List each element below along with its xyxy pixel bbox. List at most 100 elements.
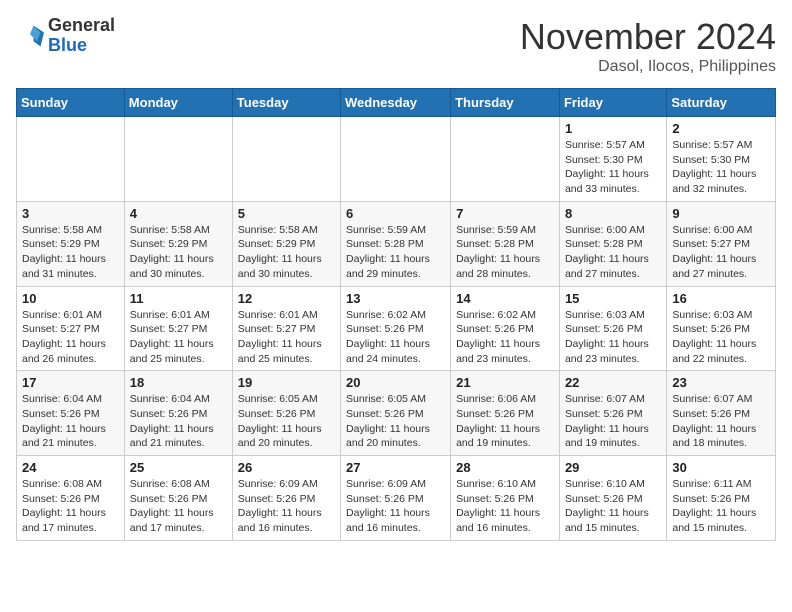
calendar-cell: 16 Sunrise: 6:03 AM Sunset: 5:26 PM Dayli… [667,286,776,371]
day-info: Sunrise: 6:02 AM Sunset: 5:26 PM Dayligh… [346,308,445,367]
week-row-2: 3 Sunrise: 5:58 AM Sunset: 5:29 PM Daylig… [17,201,776,286]
calendar-cell: 18 Sunrise: 6:04 AM Sunset: 5:26 PM Dayli… [124,371,232,456]
weekday-header-thursday: Thursday [451,89,560,117]
day-info: Sunrise: 6:10 AM Sunset: 5:26 PM Dayligh… [565,477,661,536]
weekday-header-saturday: Saturday [667,89,776,117]
day-info: Sunrise: 6:04 AM Sunset: 5:26 PM Dayligh… [130,392,227,451]
logo-icon [16,22,44,50]
calendar-cell [17,117,125,202]
day-number: 27 [346,460,445,475]
calendar-cell: 10 Sunrise: 6:01 AM Sunset: 5:27 PM Dayli… [17,286,125,371]
weekday-header-friday: Friday [559,89,666,117]
day-number: 21 [456,375,554,390]
day-info: Sunrise: 6:00 AM Sunset: 5:27 PM Dayligh… [672,223,770,282]
day-info: Sunrise: 6:00 AM Sunset: 5:28 PM Dayligh… [565,223,661,282]
day-info: Sunrise: 6:06 AM Sunset: 5:26 PM Dayligh… [456,392,554,451]
day-info: Sunrise: 6:03 AM Sunset: 5:26 PM Dayligh… [672,308,770,367]
day-info: Sunrise: 6:01 AM Sunset: 5:27 PM Dayligh… [238,308,335,367]
day-info: Sunrise: 5:59 AM Sunset: 5:28 PM Dayligh… [346,223,445,282]
day-number: 29 [565,460,661,475]
weekday-header-row: SundayMondayTuesdayWednesdayThursdayFrid… [17,89,776,117]
calendar-cell: 29 Sunrise: 6:10 AM Sunset: 5:26 PM Dayli… [559,456,666,541]
day-info: Sunrise: 6:09 AM Sunset: 5:26 PM Dayligh… [346,477,445,536]
logo-general-text: General [48,15,115,35]
day-info: Sunrise: 6:05 AM Sunset: 5:26 PM Dayligh… [238,392,335,451]
day-number: 11 [130,291,227,306]
day-number: 30 [672,460,770,475]
calendar-cell: 7 Sunrise: 5:59 AM Sunset: 5:28 PM Daylig… [451,201,560,286]
day-info: Sunrise: 6:01 AM Sunset: 5:27 PM Dayligh… [22,308,119,367]
calendar-cell: 4 Sunrise: 5:58 AM Sunset: 5:29 PM Daylig… [124,201,232,286]
day-info: Sunrise: 6:08 AM Sunset: 5:26 PM Dayligh… [22,477,119,536]
day-number: 10 [22,291,119,306]
day-number: 6 [346,206,445,221]
day-info: Sunrise: 6:03 AM Sunset: 5:26 PM Dayligh… [565,308,661,367]
day-info: Sunrise: 5:57 AM Sunset: 5:30 PM Dayligh… [565,138,661,197]
day-number: 13 [346,291,445,306]
calendar-cell: 14 Sunrise: 6:02 AM Sunset: 5:26 PM Dayli… [451,286,560,371]
weekday-header-sunday: Sunday [17,89,125,117]
week-row-4: 17Sunrise: 6:04 AM Sunset: 5:26 PM Dayli… [17,371,776,456]
day-info: Sunrise: 6:04 AM Sunset: 5:26 PM Dayligh… [22,392,119,451]
day-number: 4 [130,206,227,221]
calendar-cell [124,117,232,202]
day-number: 18 [130,375,227,390]
logo-blue-text: Blue [48,35,87,55]
title-block: November 2024 Dasol, Ilocos, Philippines [520,16,776,76]
calendar-table: SundayMondayTuesdayWednesdayThursdayFrid… [16,88,776,541]
day-info: Sunrise: 6:10 AM Sunset: 5:26 PM Dayligh… [456,477,554,536]
weekday-header-wednesday: Wednesday [341,89,451,117]
calendar-cell: 22 Sunrise: 6:07 AM Sunset: 5:26 PM Dayli… [559,371,666,456]
week-row-1: 1 Sunrise: 5:57 AM Sunset: 5:30 PM Daylig… [17,117,776,202]
calendar-cell: 9 Sunrise: 6:00 AM Sunset: 5:27 PM Daylig… [667,201,776,286]
calendar-cell: 12 Sunrise: 6:01 AM Sunset: 5:27 PM Dayli… [232,286,340,371]
week-row-5: 24 Sunrise: 6:08 AM Sunset: 5:26 PM Dayli… [17,456,776,541]
calendar-cell: 17Sunrise: 6:04 AM Sunset: 5:26 PM Dayli… [17,371,125,456]
day-number: 22 [565,375,661,390]
day-info: Sunrise: 6:11 AM Sunset: 5:26 PM Dayligh… [672,477,770,536]
day-number: 28 [456,460,554,475]
day-number: 1 [565,121,661,136]
day-number: 24 [22,460,119,475]
day-number: 3 [22,206,119,221]
day-number: 9 [672,206,770,221]
calendar-cell: 1 Sunrise: 5:57 AM Sunset: 5:30 PM Daylig… [559,117,666,202]
day-number: 23 [672,375,770,390]
location-title: Dasol, Ilocos, Philippines [520,58,776,76]
calendar-cell: 2Sunrise: 5:57 AM Sunset: 5:30 PM Daylig… [667,117,776,202]
day-info: Sunrise: 6:08 AM Sunset: 5:26 PM Dayligh… [130,477,227,536]
day-number: 26 [238,460,335,475]
calendar-cell: 6 Sunrise: 5:59 AM Sunset: 5:28 PM Daylig… [341,201,451,286]
day-info: Sunrise: 6:07 AM Sunset: 5:26 PM Dayligh… [672,392,770,451]
day-info: Sunrise: 5:58 AM Sunset: 5:29 PM Dayligh… [238,223,335,282]
day-number: 12 [238,291,335,306]
calendar-cell: 13 Sunrise: 6:02 AM Sunset: 5:26 PM Dayli… [341,286,451,371]
calendar-cell: 27 Sunrise: 6:09 AM Sunset: 5:26 PM Dayli… [341,456,451,541]
day-info: Sunrise: 5:58 AM Sunset: 5:29 PM Dayligh… [130,223,227,282]
day-number: 7 [456,206,554,221]
day-info: Sunrise: 6:02 AM Sunset: 5:26 PM Dayligh… [456,308,554,367]
month-title: November 2024 [520,16,776,58]
calendar-cell: 8Sunrise: 6:00 AM Sunset: 5:28 PM Daylig… [559,201,666,286]
week-row-3: 10 Sunrise: 6:01 AM Sunset: 5:27 PM Dayli… [17,286,776,371]
weekday-header-tuesday: Tuesday [232,89,340,117]
day-info: Sunrise: 5:59 AM Sunset: 5:28 PM Dayligh… [456,223,554,282]
calendar-cell [341,117,451,202]
calendar-cell: 19Sunrise: 6:05 AM Sunset: 5:26 PM Dayli… [232,371,340,456]
day-info: Sunrise: 6:01 AM Sunset: 5:27 PM Dayligh… [130,308,227,367]
calendar-cell: 28 Sunrise: 6:10 AM Sunset: 5:26 PM Dayli… [451,456,560,541]
page-header: General Blue November 2024 Dasol, Ilocos… [16,16,776,76]
day-number: 14 [456,291,554,306]
calendar-cell: 21 Sunrise: 6:06 AM Sunset: 5:26 PM Dayli… [451,371,560,456]
calendar-cell: 26 Sunrise: 6:09 AM Sunset: 5:26 PM Dayli… [232,456,340,541]
day-info: Sunrise: 6:05 AM Sunset: 5:26 PM Dayligh… [346,392,445,451]
weekday-header-monday: Monday [124,89,232,117]
day-info: Sunrise: 6:09 AM Sunset: 5:26 PM Dayligh… [238,477,335,536]
day-info: Sunrise: 6:07 AM Sunset: 5:26 PM Dayligh… [565,392,661,451]
day-number: 16 [672,291,770,306]
day-number: 5 [238,206,335,221]
calendar-cell: 3Sunrise: 5:58 AM Sunset: 5:29 PM Daylig… [17,201,125,286]
day-number: 20 [346,375,445,390]
calendar-cell [451,117,560,202]
day-number: 15 [565,291,661,306]
